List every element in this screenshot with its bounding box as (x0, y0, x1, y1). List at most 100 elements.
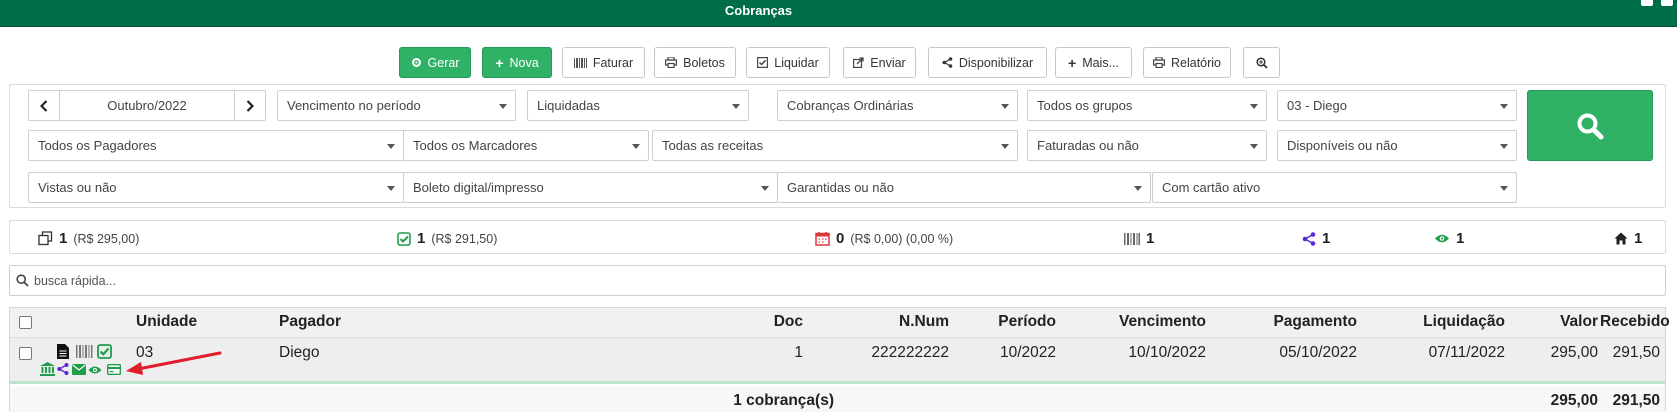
barcode-icon (1124, 232, 1140, 245)
cell-liquidacao: 07/11/2022 (1428, 344, 1505, 361)
bank-icon[interactable] (40, 362, 55, 376)
cell-doc: 1 (794, 344, 803, 361)
plus-icon: + (1068, 54, 1077, 71)
chevron-left-icon (40, 99, 48, 112)
gerar-button[interactable]: Gerar (399, 47, 471, 78)
print-icon (665, 57, 678, 68)
stat-total-value: (R$ 295,00) (73, 231, 140, 246)
action-toolbar: Gerar + Nova Faturar Boletos Liquidar En… (0, 47, 1677, 78)
viewed-filter-select[interactable]: Vistas ou não (28, 172, 404, 203)
caret-down-icon (1250, 104, 1258, 109)
date-filter-select[interactable]: Vencimento no período (277, 90, 516, 121)
footer-recebido: 291,50 (1612, 392, 1660, 409)
select-value: Com cartão ativo (1162, 180, 1261, 195)
quick-search-input[interactable] (32, 270, 1632, 292)
header-recebido[interactable]: Recebido (1600, 313, 1670, 331)
enviar-button[interactable]: Enviar (843, 47, 916, 78)
status-filter-select[interactable]: Liquidadas (527, 90, 749, 121)
table-footer: 1 cobrança(s) 295,00 291,50 (10, 387, 1665, 412)
caret-down-icon (632, 144, 640, 149)
header-unidade[interactable]: Unidade (136, 313, 197, 331)
envelope-icon[interactable] (72, 364, 86, 375)
faturar-button[interactable]: Faturar (562, 47, 645, 78)
month-selector: Outubro/2022 (28, 90, 266, 121)
barcode-icon (573, 57, 587, 68)
maximize-icon[interactable] (1641, 0, 1653, 6)
type-filter-select[interactable]: Cobranças Ordinárias (777, 90, 1018, 121)
stat-overdue[interactable]: 0 (R$ 0,00) (0,00 %) (815, 230, 953, 247)
next-month-button[interactable] (234, 91, 265, 120)
stat-paid-value: (R$ 291,50) (431, 231, 498, 246)
liquidar-label: Liquidar (774, 55, 819, 70)
prev-month-button[interactable] (29, 91, 60, 120)
select-value: Cobranças Ordinárias (787, 98, 914, 113)
caret-down-icon (1250, 144, 1258, 149)
group-filter-select[interactable]: Todos os grupos (1027, 90, 1267, 121)
nova-label: Nova (509, 55, 539, 70)
close-icon[interactable] (1661, 0, 1673, 6)
payer-filter-select[interactable]: Todos os Pagadores (28, 130, 404, 161)
table-row[interactable]: 03 Diego 1 222222222 10/2022 10/10/2022 … (10, 338, 1665, 384)
available-filter-select[interactable]: Disponíveis ou não (1277, 130, 1517, 161)
unit-filter-select[interactable]: 03 - Diego (1277, 90, 1517, 121)
header-nnum[interactable]: N.Num (853, 313, 949, 331)
barcode-icon[interactable] (76, 345, 93, 358)
relatorio-button[interactable]: Relatório (1143, 47, 1231, 78)
credit-card-icon[interactable] (107, 364, 121, 375)
gerar-label: Gerar (427, 55, 460, 70)
header-pagador[interactable]: Pagador (279, 313, 341, 331)
search-button[interactable] (1527, 90, 1653, 161)
header-periodo[interactable]: Período (958, 313, 1056, 331)
stat-home-count: 1 (1634, 230, 1643, 247)
caret-down-icon (761, 186, 769, 191)
cell-unidade: 03 (136, 344, 154, 361)
card-filter-select[interactable]: Com cartão ativo (1152, 172, 1517, 203)
zoom-button[interactable] (1243, 47, 1280, 78)
window-titlebar: Cobranças (0, 0, 1677, 27)
mais-label: Mais... (1082, 55, 1119, 70)
stat-viewed[interactable]: 1 (1434, 230, 1464, 247)
share-icon[interactable] (57, 363, 69, 375)
eye-icon[interactable] (88, 365, 102, 375)
footer-count: 1 cobrança(s) (733, 392, 834, 409)
stat-overdue-value: (R$ 0,00) (0,00 %) (850, 231, 954, 246)
stat-total-count: 1 (59, 230, 68, 247)
stat-home[interactable]: 1 (1614, 230, 1642, 247)
select-all-checkbox[interactable] (19, 316, 32, 329)
marker-filter-select[interactable]: Todos os Marcadores (403, 130, 649, 161)
cell-recebido: 291,50 (1612, 344, 1660, 361)
mais-button[interactable]: + Mais... (1055, 47, 1132, 78)
stat-barcode[interactable]: 1 (1124, 230, 1154, 247)
header-vencimento[interactable]: Vencimento (1070, 313, 1206, 331)
disponibilizar-button[interactable]: Disponibilizar (928, 47, 1047, 78)
stat-paid[interactable]: 1 (R$ 291,50) (397, 230, 497, 247)
header-valor[interactable]: Valor (1520, 313, 1598, 331)
header-doc[interactable]: Doc (720, 313, 803, 331)
relatorio-label: Relatório (1170, 55, 1222, 70)
home-icon (1614, 232, 1628, 245)
stat-barcode-count: 1 (1146, 230, 1155, 247)
boleto-type-filter-select[interactable]: Boleto digital/impresso (403, 172, 778, 203)
invoiced-filter-select[interactable]: Faturadas ou não (1027, 130, 1267, 161)
send-icon (853, 57, 864, 68)
liquidar-button[interactable]: Liquidar (746, 47, 830, 78)
boletos-label: Boletos (683, 55, 725, 70)
print-icon (1152, 57, 1165, 68)
guarantee-filter-select[interactable]: Garantidas ou não (777, 172, 1151, 203)
boletos-button[interactable]: Boletos (654, 47, 736, 78)
cell-nnum: 222222222 (871, 344, 949, 361)
document-icon[interactable] (57, 344, 69, 359)
stat-shared[interactable]: 1 (1302, 230, 1330, 247)
select-value: Garantidas ou não (787, 180, 894, 195)
select-value: Faturadas ou não (1037, 138, 1139, 153)
calendar-icon (815, 232, 830, 246)
nova-button[interactable]: + Nova (482, 47, 552, 78)
header-liquidacao[interactable]: Liquidação (1373, 313, 1505, 331)
enviar-label: Enviar (870, 55, 906, 70)
current-month[interactable]: Outubro/2022 (60, 91, 234, 120)
check-square-icon[interactable] (97, 344, 112, 359)
header-pagamento[interactable]: Pagamento (1222, 313, 1357, 331)
revenue-filter-select[interactable]: Todas as receitas (652, 130, 1018, 161)
row-checkbox[interactable] (19, 347, 32, 360)
stat-total[interactable]: 1 (R$ 295,00) (38, 230, 139, 247)
